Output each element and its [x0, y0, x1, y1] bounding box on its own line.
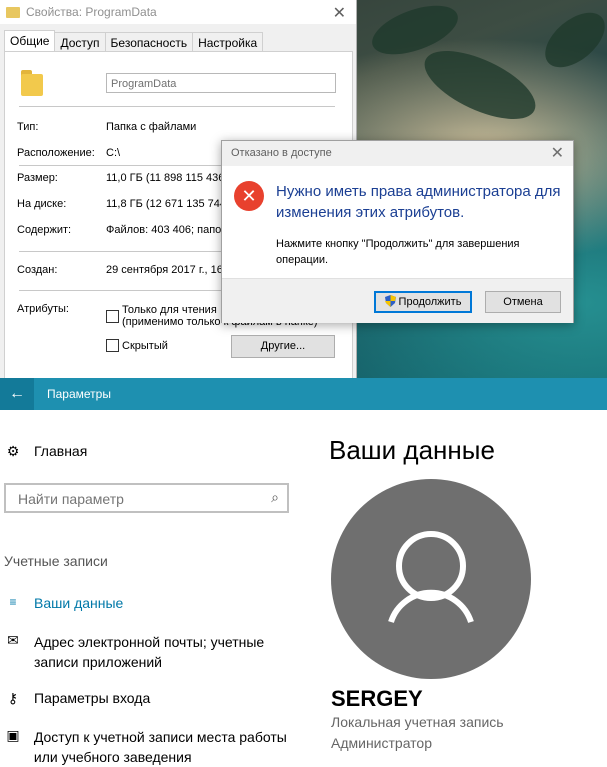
envelope-icon: ✉: [7, 632, 19, 648]
uac-shield-icon: [384, 295, 396, 307]
sidebar-item-label: Ваши данные: [34, 595, 124, 611]
properties-title-bar[interactable]: Свойства: ProgramData ✕: [0, 0, 356, 24]
sidebar-item-email-accounts[interactable]: ✉ Адрес электронной почты; учетные запис…: [4, 632, 294, 672]
section-label: Учетные записи: [4, 553, 108, 569]
hidden-label: Скрытый: [122, 340, 168, 352]
folder-name-field[interactable]: ProgramData: [106, 73, 336, 93]
sidebar-item-sign-in-options[interactable]: ⚷ Параметры входа: [4, 690, 150, 707]
other-attributes-button[interactable]: Другие...: [231, 335, 335, 358]
access-denied-dialog: Отказано в доступе ✕ ✕ Нужно иметь права…: [221, 140, 574, 323]
continue-button[interactable]: Продолжить: [374, 291, 472, 313]
type-value: Папка с файлами: [106, 121, 197, 133]
error-icon: ✕: [234, 181, 264, 211]
disk-size-value: 11,8 ГБ (12 671 135 744: [106, 198, 221, 210]
user-silhouette-icon: [388, 531, 474, 623]
search-input[interactable]: [16, 490, 260, 508]
search-box[interactable]: ⌕: [4, 483, 289, 513]
size-label: Размер:: [17, 172, 58, 184]
contains-value: Файлов: 403 406; папок: [106, 224, 221, 236]
app-title: Параметры: [47, 387, 111, 401]
created-value: 29 сентября 2017 г., 16: [106, 264, 221, 276]
dialog-message: Нужно иметь права администратора для изм…: [276, 183, 561, 221]
properties-window-title: Свойства: ProgramData: [26, 5, 157, 19]
background-foliage: [535, 2, 607, 78]
briefcase-icon: ▣: [6, 727, 20, 743]
background-foliage: [415, 36, 545, 134]
close-icon[interactable]: ✕: [333, 3, 346, 23]
hidden-checkbox[interactable]: [106, 339, 119, 352]
tab-security[interactable]: Безопасность: [104, 32, 194, 53]
sidebar-item-label: Адрес электронной почты; учетные записи …: [34, 634, 265, 670]
cancel-button[interactable]: Отмена: [485, 291, 561, 313]
search-icon[interactable]: ⌕: [271, 489, 279, 506]
dialog-title: Отказано в доступе: [231, 147, 332, 159]
sidebar-item-label: Доступ к учетной записи места работы или…: [33, 729, 287, 765]
sidebar-item-your-info[interactable]: ≡ Ваши данные: [4, 595, 123, 611]
divider: [19, 106, 335, 107]
key-icon: ⚷: [7, 690, 19, 706]
nav-home[interactable]: ⚙ Главная: [4, 443, 88, 460]
disk-size-label: На диске:: [17, 198, 67, 210]
attributes-label: Атрибуты:: [17, 303, 69, 315]
account-role: Администратор: [331, 735, 433, 751]
dialog-detail: Нажмите кнопку "Продолжить" для завершен…: [276, 238, 520, 266]
back-arrow-icon[interactable]: ←: [0, 378, 34, 410]
dialog-title-bar[interactable]: Отказано в доступе ✕: [222, 141, 573, 166]
type-label: Тип:: [17, 121, 39, 133]
page-title: Ваши данные: [329, 435, 495, 465]
dialog-footer: Продолжить Отмена: [222, 278, 573, 323]
size-value: 11,0 ГБ (11 898 115 436: [106, 172, 221, 184]
tab-sharing[interactable]: Доступ: [54, 32, 106, 53]
readonly-checkbox[interactable]: [106, 310, 119, 323]
contains-label: Содержит:: [17, 224, 72, 236]
user-name: SERGEY: [331, 686, 423, 711]
close-icon[interactable]: ✕: [551, 141, 564, 166]
person-list-icon: ≡: [9, 595, 17, 609]
folder-icon: [21, 70, 43, 96]
sidebar-item-work-access[interactable]: ▣ Доступ к учетной записи места работы и…: [4, 727, 304, 767]
nav-home-label: Главная: [34, 443, 88, 459]
avatar: [331, 479, 531, 679]
folder-icon: [6, 6, 20, 18]
settings-title-bar: ← Параметры: [0, 378, 607, 410]
created-label: Создан:: [17, 264, 58, 276]
tab-general[interactable]: Общие: [4, 30, 56, 53]
gear-icon: ⚙: [6, 443, 20, 459]
tab-customize[interactable]: Настройка: [192, 32, 264, 53]
sidebar-item-label: Параметры входа: [34, 690, 151, 706]
location-value: C:\: [106, 147, 121, 159]
location-label: Расположение:: [17, 147, 95, 159]
account-type: Локальная учетная запись: [331, 714, 504, 730]
